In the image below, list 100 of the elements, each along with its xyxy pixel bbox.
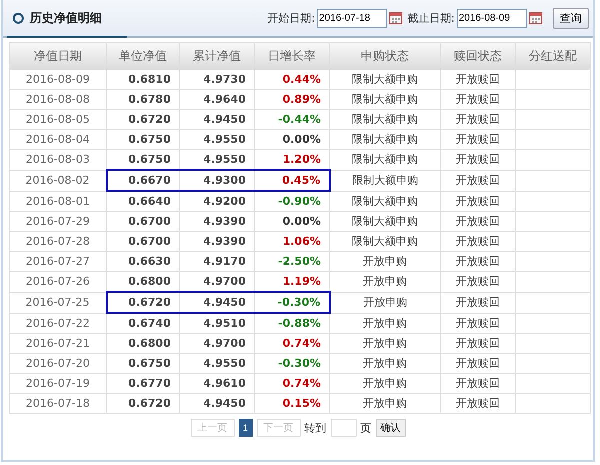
column-header: 单位净值 [106, 42, 180, 70]
query-button[interactable]: 查询 [553, 8, 589, 28]
table-cell: 限制大额申购 [330, 170, 440, 191]
table-cell: 开放赎回 [440, 334, 516, 354]
table-cell: 4.9450 [180, 292, 254, 313]
table-cell: 开放申购 [330, 292, 440, 313]
table-cell: -2.50% [254, 252, 330, 272]
table-cell: 开放赎回 [440, 110, 516, 130]
bullet-icon [13, 12, 24, 24]
column-header: 赎回状态 [440, 42, 516, 70]
table-cell: 4.9730 [180, 70, 254, 90]
table-cell: 开放赎回 [440, 191, 516, 212]
table-cell: 0.6750 [106, 130, 180, 150]
calendar-icon[interactable] [389, 11, 404, 25]
table-cell: 2016-07-22 [10, 313, 106, 334]
table-cell: 4.9700 [180, 334, 254, 354]
table-cell: -0.30% [254, 354, 330, 374]
table-cell: 4.9550 [180, 354, 254, 374]
table-cell: 限制大额申购 [330, 130, 440, 150]
page-label: 页 [360, 420, 372, 436]
table-cell: 0.74% [254, 374, 330, 394]
table-cell: 2016-07-21 [10, 334, 106, 354]
table-cell: 0.6700 [106, 232, 180, 252]
table-cell: 开放赎回 [440, 252, 516, 272]
table-cell: 0.45% [254, 170, 330, 191]
table-cell: 0.44% [254, 70, 330, 90]
table-cell: 限制大额申购 [330, 191, 440, 212]
table-cell: 4.9640 [180, 90, 254, 110]
table-cell: 限制大额申购 [330, 212, 440, 232]
table-cell: 0.00% [254, 130, 330, 150]
table-cell: 0.6700 [106, 212, 180, 232]
table-cell: 开放赎回 [440, 272, 516, 292]
table-cell: 限制大额申购 [330, 90, 440, 110]
table-cell: 限制大额申购 [330, 232, 440, 252]
table-cell: 2016-07-28 [10, 232, 106, 252]
table-cell: 4.9170 [180, 252, 254, 272]
table-cell: 开放赎回 [440, 170, 516, 191]
table-cell: 2016-07-18 [10, 394, 106, 414]
table-cell: 2016-07-27 [10, 252, 106, 272]
field-label: 截止日期: [407, 10, 455, 26]
table-cell: 开放赎回 [440, 90, 516, 110]
table-cell: 1.06% [254, 232, 330, 252]
table-cell: 0.15% [254, 394, 330, 414]
table-cell: 0.6720 [106, 292, 180, 313]
table-cell: 4.9390 [180, 232, 254, 252]
table-cell: 2016-08-01 [10, 191, 106, 212]
column-header: 分红送配 [516, 42, 590, 70]
table-cell: 开放赎回 [440, 212, 516, 232]
column-header: 累计净值 [180, 42, 254, 70]
table-cell: 限制大额申购 [330, 110, 440, 130]
table-cell: 开放赎回 [440, 232, 516, 252]
table-cell: 0.6770 [106, 374, 180, 394]
table-cell: 0.6720 [106, 110, 180, 130]
date-field[interactable]: 2016-08-09 [457, 8, 527, 28]
table-cell: 0.6810 [106, 70, 180, 90]
table-cell: 4.9550 [180, 130, 254, 150]
table-cell: 0.6780 [106, 90, 180, 110]
table-cell: 开放赎回 [440, 394, 516, 414]
table-cell: 2016-08-04 [10, 130, 106, 150]
table-cell: 4.9610 [180, 374, 254, 394]
table-cell: -0.88% [254, 313, 330, 334]
table-cell: 2016-07-25 [10, 292, 106, 313]
table-cell: 4.9300 [180, 170, 254, 191]
table-cell: 0.6720 [106, 394, 180, 414]
table-cell: 0.6750 [106, 354, 180, 374]
table-cell: 0.6670 [106, 170, 180, 191]
field-label: 开始日期: [268, 10, 316, 26]
table-cell: 2016-08-02 [10, 170, 106, 191]
table-cell: -0.90% [254, 191, 330, 212]
table-cell: 0.6630 [106, 252, 180, 272]
table-cell: 2016-07-29 [10, 212, 106, 232]
table-cell: 开放赎回 [440, 70, 516, 90]
table-cell: 开放赎回 [440, 354, 516, 374]
table-cell: 0.89% [254, 90, 330, 110]
table-cell: 0.6740 [106, 313, 180, 334]
table-cell: 开放申购 [330, 394, 440, 414]
table-cell: 4.9510 [180, 313, 254, 334]
goto-label: 转到 [304, 420, 326, 436]
table-cell: -0.30% [254, 292, 330, 313]
confirm-button[interactable]: 确认 [376, 419, 406, 437]
table-cell: -0.44% [254, 110, 330, 130]
table-cell: 2016-08-05 [10, 110, 106, 130]
table-cell: 4.9200 [180, 191, 254, 212]
table-cell: 限制大额申购 [330, 70, 440, 90]
table-cell: 2016-08-09 [10, 70, 106, 90]
table-cell: 开放赎回 [440, 292, 516, 313]
table-cell: 2016-08-08 [10, 90, 106, 110]
date-field[interactable]: 2016-07-18 [317, 8, 388, 28]
table-cell: 2016-07-19 [10, 374, 106, 394]
table-cell: 开放申购 [330, 354, 440, 374]
table-cell: 开放赎回 [440, 130, 516, 150]
page-input-field[interactable] [330, 419, 356, 437]
page-number-button[interactable]: 1 [238, 419, 252, 437]
column-header: 日增长率 [254, 42, 330, 70]
table-cell: 2016-07-20 [10, 354, 106, 374]
table-cell: 开放申购 [330, 272, 440, 292]
table-cell: 开放赎回 [440, 150, 516, 170]
table-cell: 0.74% [254, 334, 330, 354]
calendar-icon[interactable] [529, 11, 543, 25]
table-cell: 0.00% [254, 212, 330, 232]
